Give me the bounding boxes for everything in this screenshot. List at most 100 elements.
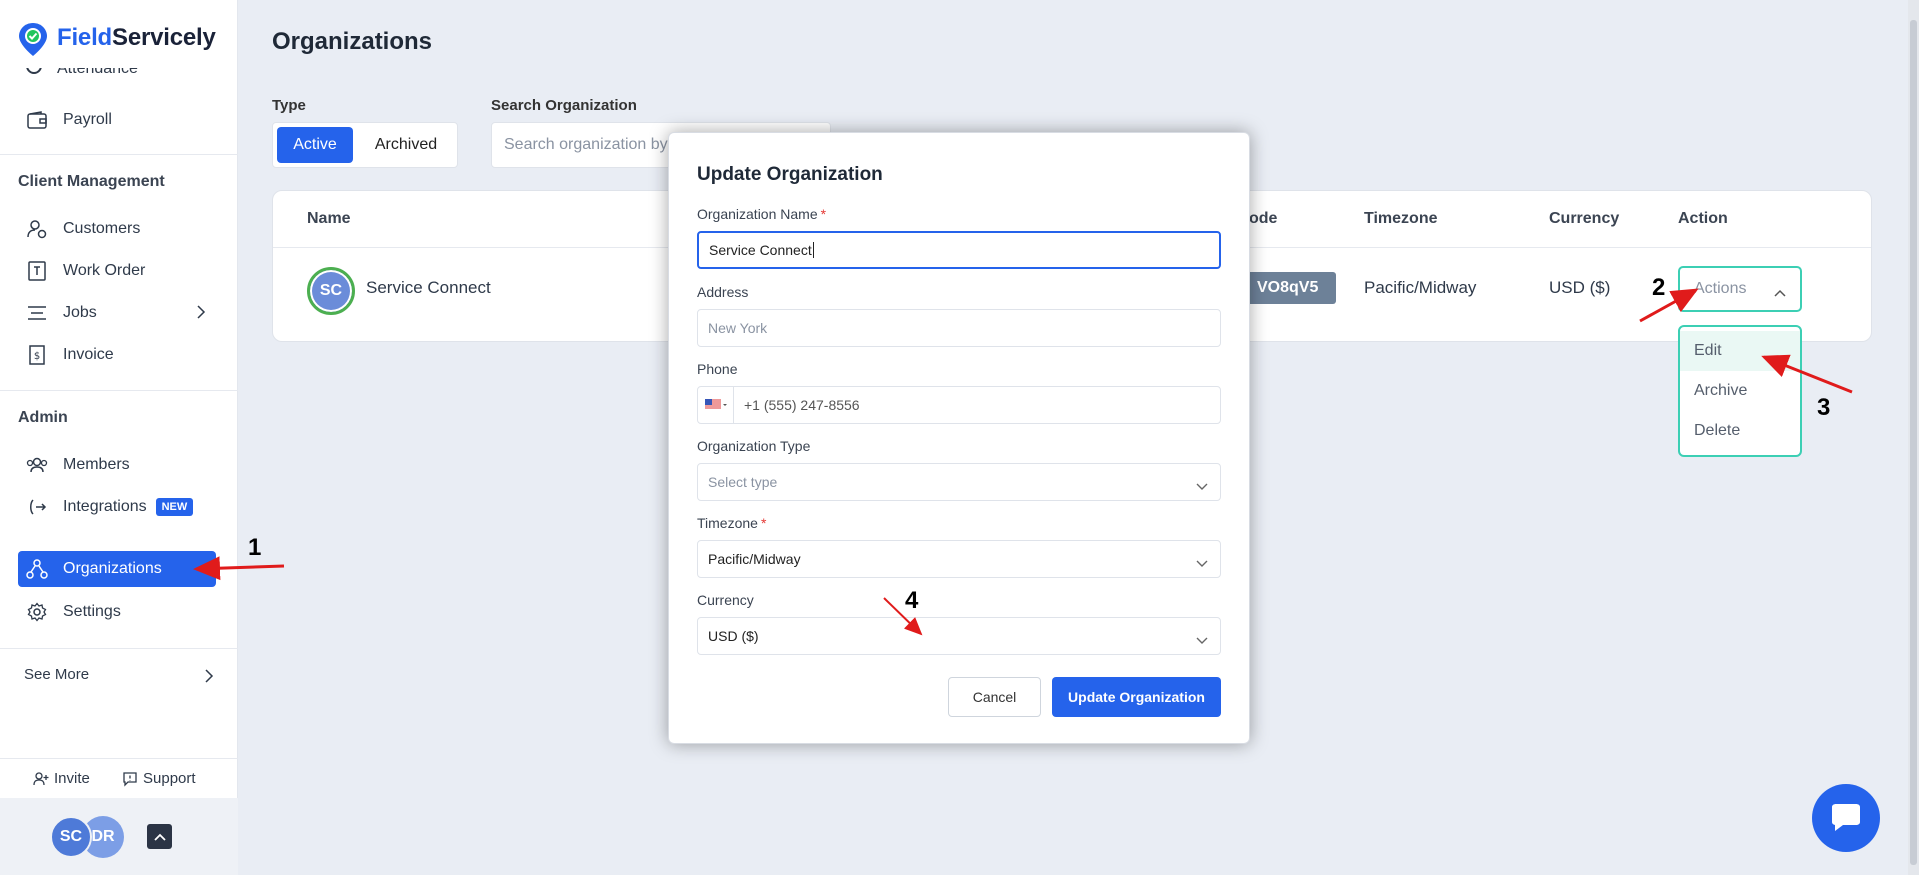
clock-icon [26,68,42,74]
type-archived-button[interactable]: Archived [359,127,453,163]
chevron-right-icon [196,304,206,325]
invoice-icon: $ [26,344,48,366]
organization-type-label: Organization Type [697,438,811,454]
chevron-up-icon [153,833,166,841]
search-label: Search Organization [491,97,637,114]
actions-label: Actions [1694,280,1747,297]
sidebar-item-label: Invoice [63,346,114,363]
modal-title: Update Organization [697,164,883,185]
cancel-button[interactable]: Cancel [948,677,1041,717]
timezone-select[interactable]: Pacific/Midway [697,540,1221,578]
required-mark: * [760,515,767,531]
invite-label: Invite [54,770,90,787]
select-placeholder: Select type [708,474,778,490]
sidebar-item-organizations[interactable]: Organizations [18,551,216,587]
organization-name-cell: Service Connect [366,278,491,297]
organization-type-select[interactable]: Select type [697,463,1221,501]
text-cursor [812,242,814,258]
divider [0,390,238,391]
sidebar-item-customers[interactable]: Customers [18,211,216,247]
svg-text:$: $ [34,351,40,362]
timezone-label: Timezone * [697,515,766,531]
support-link[interactable]: Support [122,770,196,787]
chevron-up-icon [1774,284,1786,302]
members-icon [26,454,48,476]
chat-support-button[interactable] [1812,784,1880,852]
invite-link[interactable]: Invite [33,770,90,787]
see-more-label: See More [24,666,90,683]
chevron-down-icon [1196,478,1208,494]
phone-value: +1 (555) 247-8556 [744,397,860,413]
new-badge: NEW [155,498,194,516]
annotation-number-3: 3 [1817,394,1830,421]
organization-name-label: Organization Name * [697,206,826,222]
expand-up-button[interactable] [147,824,172,849]
work-order-icon [26,260,48,282]
label-text: Organization Name [697,206,818,222]
address-input[interactable]: New York [697,309,1221,347]
organization-name-input[interactable]: Service Connect [697,231,1221,269]
sidebar-item-label: Members [63,456,130,473]
avatar[interactable]: SC [50,816,92,858]
sidebar-item-attendance-partial[interactable]: Attendance [0,68,238,86]
sidebar-item-jobs[interactable]: Jobs [18,295,216,331]
input-placeholder: New York [708,320,768,336]
label-text: Timezone [697,515,758,531]
organization-code-chip: VO8qV5 [1246,272,1336,304]
required-mark: * [820,206,827,222]
column-header-currency: Currency [1549,210,1620,227]
menu-item-delete[interactable]: Delete [1680,411,1800,451]
chat-bubble-icon [122,771,138,787]
sidebar-item-label: Work Order [63,262,146,279]
divider [0,154,238,155]
sidebar-item-label: Customers [63,220,141,237]
update-organization-button[interactable]: Update Organization [1052,677,1221,717]
type-active-button[interactable]: Active [277,127,353,163]
page-title: Organizations [272,28,433,55]
divider [0,758,238,759]
currency-cell: USD ($) [1549,278,1611,297]
gear-icon [26,601,48,623]
actions-dropdown-button[interactable]: Actions [1678,266,1802,312]
column-header-code: ode [1249,210,1278,227]
sidebar-item-payroll[interactable]: Payroll [18,102,216,138]
currency-select[interactable]: USD ($) [697,617,1221,655]
phone-label: Phone [697,361,738,377]
scrollbar-thumb[interactable] [1910,20,1917,865]
sidebar-item-work-order[interactable]: Work Order [18,253,216,289]
section-admin: Admin [18,409,68,426]
sidebar-item-label: Jobs [63,304,97,321]
country-code-select[interactable] [698,387,734,423]
timezone-cell: Pacific/Midway [1364,278,1477,297]
sidebar-item-label: Settings [63,603,121,620]
type-label: Type [272,97,306,114]
section-client-management: Client Management [18,173,165,190]
sidebar-item-label: Attendance [57,68,138,77]
menu-item-edit[interactable]: Edit [1680,331,1800,371]
organization-avatar: SC [307,267,355,315]
sidebar-item-integrations[interactable]: Integrations NEW [18,489,216,525]
customers-icon [26,218,48,240]
sidebar-item-members[interactable]: Members [18,447,216,483]
column-header-action: Action [1678,210,1728,227]
input-value: Service Connect [709,242,812,258]
sidebar-item-label: Payroll [63,111,112,128]
logo-icon [18,22,48,58]
see-more-link[interactable]: See More [24,666,214,690]
divider [0,648,238,649]
phone-input[interactable]: +1 (555) 247-8556 [697,386,1221,424]
type-toggle: Active Archived [272,122,458,168]
add-user-icon [33,771,49,786]
column-header-timezone: Timezone [1364,210,1438,227]
app-logo-text: FieldServicely [57,24,216,51]
integrations-icon [26,496,48,518]
jobs-list-icon [26,302,48,324]
sidebar-item-invoice[interactable]: $ Invoice [18,337,216,373]
organizations-icon [26,558,48,580]
menu-item-archive[interactable]: Archive [1680,371,1800,411]
sidebar-item-settings[interactable]: Settings [18,594,216,630]
chevron-down-icon [1196,632,1208,648]
sidebar-item-label: Organizations [63,560,162,577]
chat-icon [1832,804,1860,831]
chevron-right-icon [204,668,214,688]
